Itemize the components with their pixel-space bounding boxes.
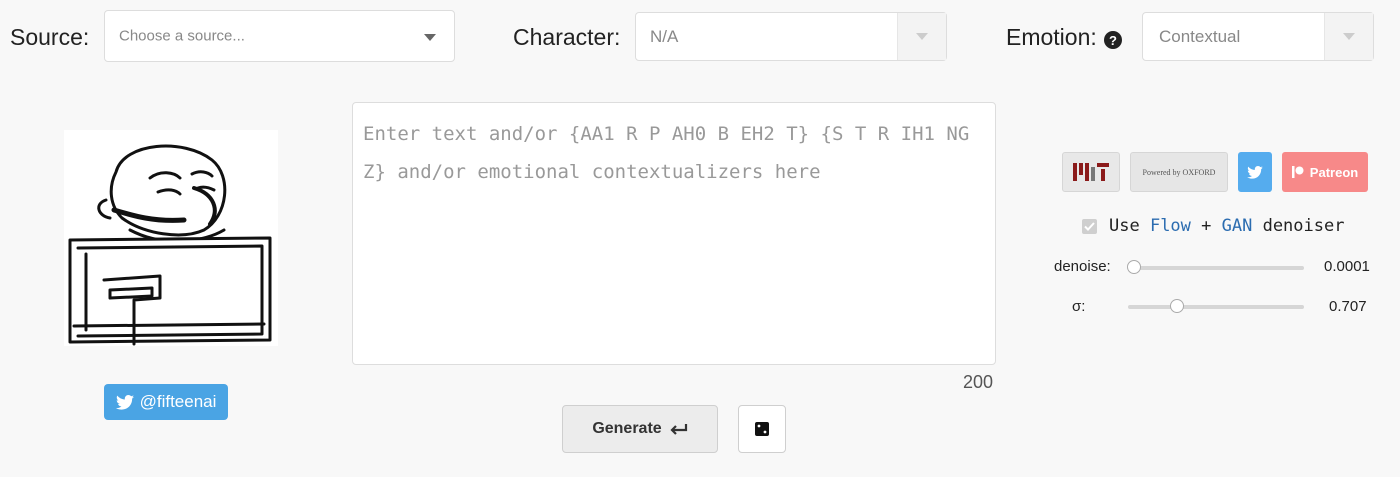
denoise-label: denoise:: [1054, 258, 1111, 275]
emotion-select-value: Contextual: [1159, 26, 1241, 46]
denoiser-plus: +: [1190, 216, 1222, 236]
character-select-value: N/A: [650, 26, 679, 46]
mit-logo-button[interactable]: [1062, 152, 1120, 192]
patreon-label: Patreon: [1309, 164, 1359, 180]
sigma-slider-thumb[interactable]: [1170, 299, 1185, 313]
twitter-handle-label: @fifteenai: [139, 392, 217, 411]
denoiser-toggle[interactable]: Use Flow + GAN denoiser: [1082, 216, 1344, 236]
emotion-select-arrow: [1324, 13, 1373, 60]
random-button[interactable]: [738, 405, 786, 453]
enter-key-icon: [670, 424, 687, 435]
checkmark-icon: [1084, 221, 1095, 231]
source-label: Source:: [10, 24, 90, 50]
sigma-value: 0.707: [1329, 298, 1367, 315]
chevron-down-icon: [1343, 33, 1355, 40]
denoiser-label: Use Flow + GAN denoiser: [1109, 216, 1344, 236]
char-counter: 200: [963, 372, 994, 392]
text-input[interactable]: [352, 102, 996, 365]
denoiser-suffix: denoiser: [1252, 216, 1345, 236]
source-select[interactable]: Choose a source...: [104, 10, 455, 62]
denoise-slider-thumb[interactable]: [1127, 260, 1142, 274]
twitter-bird-icon: [115, 394, 134, 410]
emotion-select[interactable]: Contextual: [1142, 12, 1374, 61]
denoiser-gan: GAN: [1221, 216, 1253, 236]
denoise-slider[interactable]: [1127, 260, 1304, 274]
oxford-logo-button[interactable]: Powered by OXFORD: [1130, 152, 1228, 192]
oxford-logo-text: Powered by OXFORD: [1142, 167, 1216, 177]
character-label: Character:: [513, 24, 621, 50]
denoiser-prefix: Use: [1109, 216, 1150, 236]
source-select-placeholder: Choose a source...: [119, 27, 245, 45]
sigma-label: σ:: [1072, 298, 1086, 315]
denoiser-flow: Flow: [1149, 216, 1191, 236]
emotion-label: Emotion:: [1006, 24, 1097, 50]
generate-button[interactable]: Generate: [562, 405, 718, 453]
character-select[interactable]: N/A: [635, 12, 947, 61]
denoiser-checkbox[interactable]: [1082, 218, 1097, 234]
character-sketch-image: [68, 144, 272, 346]
generate-button-label: Generate: [592, 420, 662, 437]
patreon-icon: [1291, 166, 1304, 178]
twitter-bird-icon: [1247, 165, 1263, 179]
patreon-button[interactable]: Patreon: [1282, 152, 1368, 192]
sigma-slider[interactable]: [1128, 299, 1304, 313]
chevron-down-icon: [424, 34, 436, 41]
dice-icon: [755, 422, 769, 436]
mit-logo: [1073, 163, 1109, 181]
twitter-handle-button[interactable]: @fifteenai: [104, 384, 228, 420]
character-select-arrow: [897, 13, 946, 60]
chevron-down-icon: [916, 33, 928, 40]
denoise-value: 0.0001: [1324, 258, 1370, 275]
help-icon[interactable]: ?: [1104, 31, 1122, 49]
twitter-link-button[interactable]: [1238, 152, 1272, 192]
character-avatar: [64, 130, 278, 346]
